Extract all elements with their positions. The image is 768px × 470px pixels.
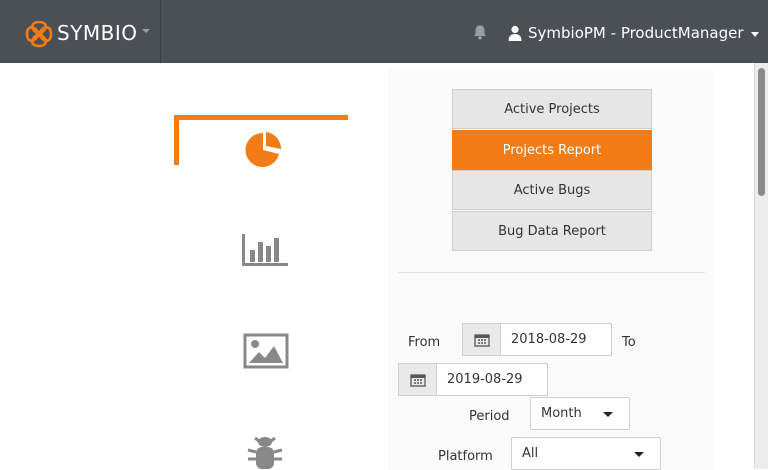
active-projects-button[interactable]: Active Projects <box>452 89 652 129</box>
chevron-down-icon <box>750 31 759 37</box>
platform-label: Platform <box>438 449 493 464</box>
chevron-down-icon <box>142 29 150 33</box>
caret-down-icon <box>603 412 613 417</box>
scrollbar-thumb[interactable] <box>758 68 765 196</box>
page-scrollbar[interactable] <box>754 63 768 469</box>
caret-down-icon <box>634 452 644 457</box>
platform-select[interactable]: All <box>511 437 661 470</box>
from-date-input[interactable]: 2018-08-29 <box>500 323 612 356</box>
brand-dropdown[interactable]: SYMBIO <box>0 0 161 63</box>
period-value: Month <box>541 406 582 421</box>
symbio-logo-icon <box>25 20 53 48</box>
divider <box>398 272 705 273</box>
projects-report-button[interactable]: Projects Report <box>452 130 652 170</box>
to-label: To <box>622 335 636 350</box>
platform-value: All <box>522 446 539 461</box>
bar-chart-icon[interactable] <box>240 232 290 268</box>
bug-data-report-button[interactable]: Bug Data Report <box>452 211 652 251</box>
calendar-icon[interactable] <box>398 363 437 396</box>
bug-icon[interactable] <box>246 432 284 469</box>
calendar-icon[interactable] <box>462 323 501 356</box>
user-name: SymbioPM - ProductManager <box>528 24 744 42</box>
user-icon <box>508 25 522 41</box>
bell-icon[interactable] <box>472 24 488 40</box>
period-label: Period <box>469 409 510 424</box>
user-menu[interactable]: SymbioPM - ProductManager <box>508 23 759 43</box>
active-bugs-button[interactable]: Active Bugs <box>452 170 652 210</box>
top-navbar: SYMBIO SymbioPM - ProductManager <box>0 0 768 63</box>
image-icon[interactable] <box>243 333 289 369</box>
from-label: From <box>408 335 441 350</box>
period-select[interactable]: Month <box>530 397 630 430</box>
to-date-input[interactable]: 2019-08-29 <box>436 363 548 396</box>
brand-name: SYMBIO <box>57 21 138 45</box>
pie-chart-icon[interactable] <box>243 130 285 170</box>
